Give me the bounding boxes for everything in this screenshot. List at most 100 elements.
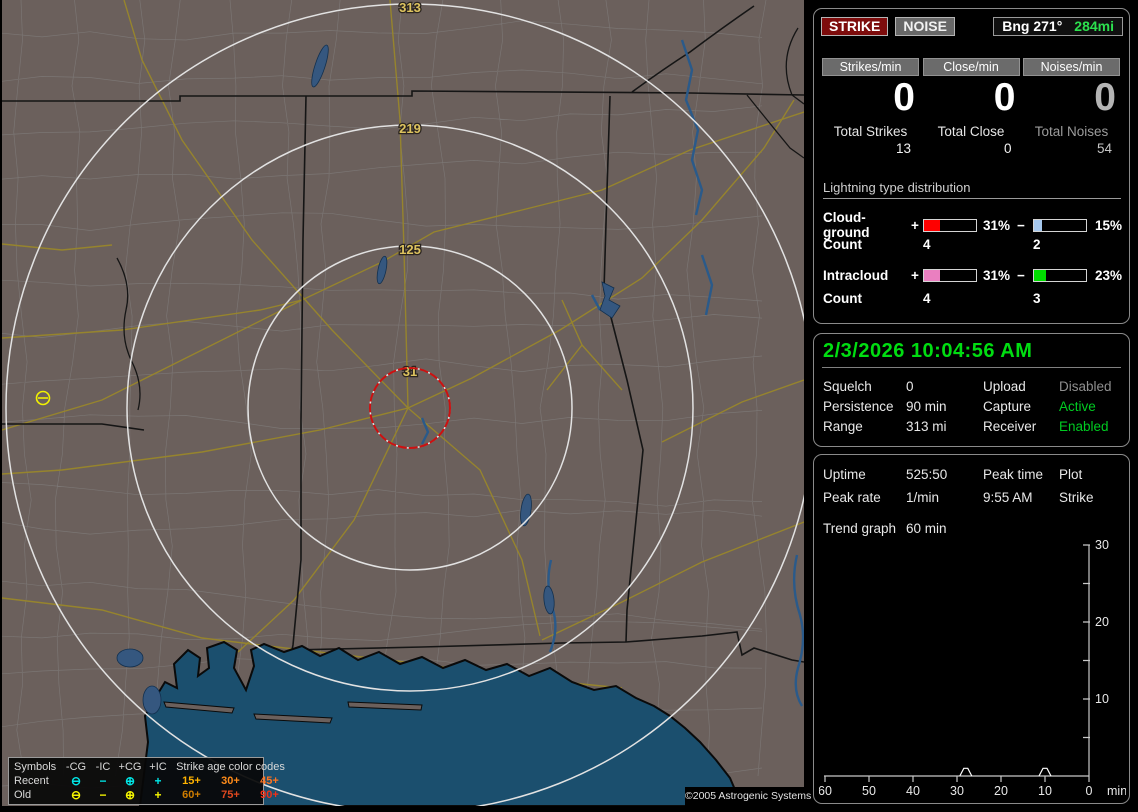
x-tick-label-50: 50 [862, 784, 876, 798]
bearing-distance: 284mi [1074, 18, 1114, 34]
minus-sign: − [1017, 217, 1025, 233]
recent-neg-cg-icon: ⊖ [70, 774, 82, 788]
noises-rate-value: 0 [1094, 76, 1116, 119]
map-canvas: 313 219 125 31 [2, 0, 804, 806]
persistence-label: Persistence [823, 399, 894, 414]
cg-positive-bar [923, 218, 977, 232]
x-tick-label-30: 30 [950, 784, 964, 798]
total-close-label: Total Close [937, 124, 1005, 139]
peak-rate-value: 1/min [906, 490, 940, 505]
plot-type-value: Strike [1059, 490, 1094, 505]
x-tick-label-60: 60 [819, 784, 832, 798]
noise-button[interactable]: NOISE [895, 17, 955, 36]
uptime-grid: Uptime 525:50 Peak time Plot Peak rate 1… [822, 463, 1121, 509]
intracloud-row: Intracloud + 31% − 23% [823, 264, 1123, 287]
receiver-status: Enabled [1059, 419, 1109, 434]
cg-positive-count: 4 [923, 236, 931, 252]
cloud-ground-label: Cloud-ground [823, 210, 870, 240]
range-label: Range [823, 419, 863, 434]
total-strikes-label: Total Strikes [833, 124, 908, 139]
cloud-ground-row: Cloud-ground + 31% − 15% [823, 210, 1123, 240]
trend-graph-header: Trend graph 60 min [822, 517, 1121, 540]
age-15: 15+ [182, 775, 201, 787]
count-label: Count [823, 290, 862, 306]
lightning-distribution: Lightning type distribution Cloud-ground… [823, 180, 1123, 309]
upload-label: Upload [983, 379, 1026, 394]
peak-rate-label: Peak rate [823, 490, 881, 505]
uptime-value: 525:50 [906, 467, 948, 482]
squelch-value: 0 [906, 379, 914, 394]
age-60: 60+ [182, 789, 201, 801]
recent-pos-ic-icon: + [154, 774, 162, 788]
nexstorm-window: 313 219 125 31 Symbols -CG -IC +CG +IC Stri… [0, 0, 1138, 812]
y-tick-label-20: 20 [1095, 615, 1109, 629]
y-tick-label-10: 10 [1095, 692, 1109, 706]
bearing-value: Bng 271° [1002, 18, 1063, 34]
plot-header: Plot [1059, 467, 1083, 482]
strikes-rate-value: 0 [893, 76, 915, 119]
strikes-per-min-chip: Strikes/min [822, 58, 919, 76]
trend-graph-window: 60 min [906, 521, 947, 536]
ring-label-313: 313 [399, 0, 421, 15]
close-counter: Close/min 0 Total Close 0 [922, 58, 1020, 156]
capture-label: Capture [983, 399, 1032, 414]
map-legend: Symbols -CG -IC +CG +IC Strike age color… [8, 757, 285, 805]
total-close-value: 0 [1003, 141, 1012, 156]
ring-label-219: 219 [399, 121, 421, 136]
ic-positive-bar [923, 269, 977, 282]
squelch-label: Squelch [823, 379, 872, 394]
legend-recent-row: Recent ⊖ − ⊕ + 15+ 30+ 45+ [12, 774, 279, 788]
strike-button[interactable]: STRIKE [821, 17, 889, 36]
ic-negative-pct: 23% [1095, 268, 1123, 283]
close-rate-value: 0 [993, 76, 1016, 119]
age-30: 30+ [221, 775, 240, 787]
old-neg-cg-icon: ⊖ [70, 788, 82, 802]
intracloud-label: Intracloud [823, 268, 889, 283]
cg-negative-pct: 15% [1095, 217, 1123, 233]
old-pos-ic-icon: + [154, 788, 162, 802]
strike-stats-panel: STRIKE NOISE Bng 271° 284mi Strikes/min … [813, 8, 1130, 324]
legend-old-row: Old ⊖ − ⊕ + 60+ 75+ 90+ [12, 788, 279, 802]
bearing-readout: Bng 271° 284mi [993, 17, 1123, 36]
trend-spike-0 [959, 767, 973, 777]
lightning-map[interactable]: 313 219 125 31 Symbols -CG -IC +CG +IC Stri… [2, 0, 811, 806]
count-label: Count [823, 236, 862, 252]
legend-recent-label: Recent [14, 775, 49, 787]
trend-graph-label: Trend graph [823, 521, 897, 536]
ic-positive-pct: 31% [983, 268, 1011, 283]
trend-spike-1 [1038, 767, 1052, 777]
total-noises-value: 54 [1096, 141, 1112, 156]
total-strikes-value: 13 [895, 141, 911, 156]
x-axis-unit: min [1107, 784, 1126, 798]
intracloud-count-row: Count 4 3 [823, 287, 1121, 309]
copyright-text: ©2005 Astrogenic Systems [685, 787, 811, 806]
range-value: 313 mi [906, 419, 947, 434]
legend-col-pos-ic: +IC [149, 761, 167, 773]
recent-pos-cg-icon: ⊕ [124, 774, 136, 788]
legend-header-row: Symbols -CG -IC +CG +IC Strike age color… [12, 760, 285, 774]
x-tick-label-20: 20 [994, 784, 1008, 798]
distribution-title: Lightning type distribution [823, 180, 1121, 199]
receiver-label: Receiver [983, 419, 1037, 434]
capture-status: Active [1059, 399, 1096, 414]
legend-age-header: Strike age color codes [176, 761, 285, 773]
cloud-ground-count-row: Count 4 2 [823, 233, 1121, 255]
legend-col-pos-cg: +CG [118, 761, 142, 773]
ic-negative-count: 3 [1033, 290, 1041, 306]
rate-counters: Strikes/min 0 Total Strikes 13 Close/min… [822, 58, 1120, 156]
persistence-value: 90 min [906, 399, 947, 414]
ic-positive-count: 4 [923, 290, 931, 306]
x-tick-label-10: 10 [1038, 784, 1052, 798]
recent-neg-ic-icon: − [99, 774, 107, 788]
legend-col-neg-cg: -CG [65, 761, 87, 773]
total-noises-label: Total Noises [1034, 124, 1109, 139]
mode-toolbar: STRIKE NOISE Bng 271° 284mi [821, 17, 1123, 36]
legend-old-label: Old [14, 789, 32, 801]
uptime-label: Uptime [823, 467, 866, 482]
ic-negative-bar [1033, 269, 1087, 282]
age-75: 75+ [221, 789, 240, 801]
x-tick-label-0: 0 [1086, 784, 1093, 798]
graph-axes [824, 545, 1090, 777]
minus-sign: − [1017, 268, 1025, 283]
age-90: 90+ [260, 789, 279, 801]
